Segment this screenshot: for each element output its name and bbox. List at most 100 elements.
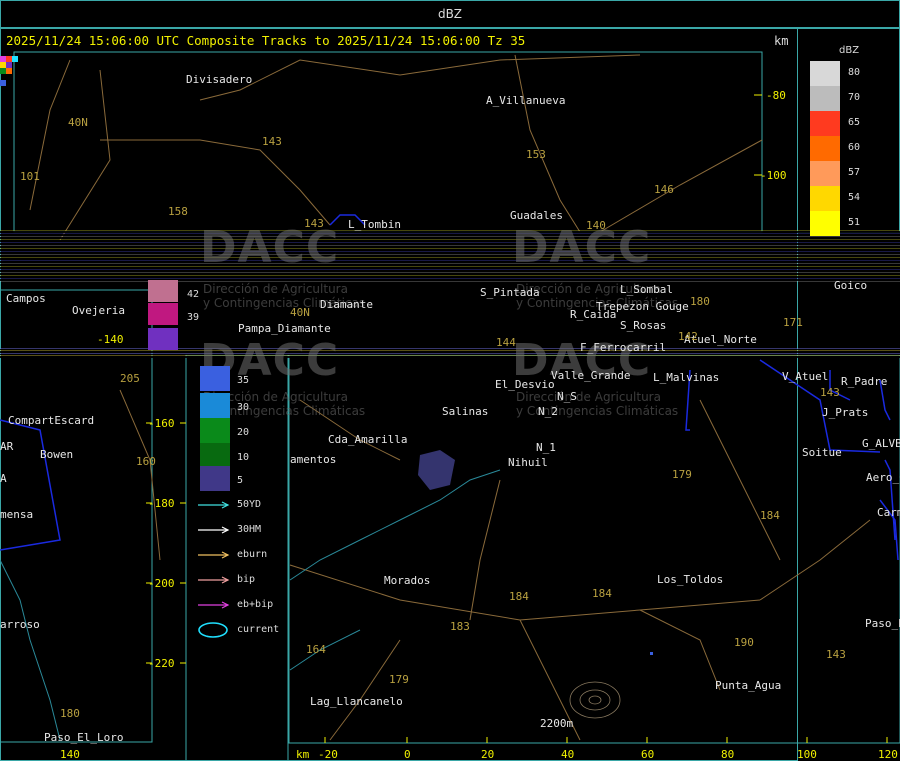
lake bbox=[418, 450, 455, 490]
place-arroso: arroso bbox=[0, 618, 40, 631]
x-tick-7: 120 bbox=[878, 748, 898, 761]
legend-lower-label-5: 5 bbox=[237, 475, 244, 486]
place-valle-grande: Valle_Grande bbox=[551, 369, 631, 382]
legend-title: dBZ bbox=[839, 45, 860, 56]
road-number: 184 bbox=[592, 587, 612, 600]
track-legend-eburn: eburn bbox=[237, 549, 268, 560]
place-bowen: Bowen bbox=[40, 448, 74, 461]
place-punta-agua: Punta_Agua bbox=[715, 679, 782, 692]
place-aero-c: Aero_C bbox=[866, 471, 900, 484]
legend-lower-label-30: 30 bbox=[237, 402, 250, 413]
road-number: 184 bbox=[760, 509, 780, 522]
legend-lower-swatch-35 bbox=[200, 366, 230, 391]
road-number: 142 bbox=[678, 330, 698, 343]
road-number: 143 bbox=[262, 135, 282, 148]
track-legend-30hm: 30HM bbox=[237, 524, 262, 535]
place-g-alvb: G_ALVB bbox=[862, 437, 900, 450]
place-a-villanueva: A_Villanueva bbox=[486, 94, 566, 107]
place-ovejeria: Ovejeria bbox=[72, 304, 125, 317]
legend-label-51: 51 bbox=[848, 217, 861, 228]
road-number: 164 bbox=[306, 643, 326, 656]
legend-lower-swatch-10 bbox=[200, 443, 230, 468]
road-number: 179 bbox=[389, 673, 409, 686]
y-tick-right-0: -80 bbox=[766, 89, 786, 102]
place-v-atuel: V_Atuel bbox=[782, 370, 829, 383]
legend-swatch-65 bbox=[810, 111, 840, 136]
legend-lower-label-35: 35 bbox=[237, 375, 250, 386]
y-tick-right-1: -100 bbox=[760, 169, 787, 182]
legend-lower-label-20: 20 bbox=[237, 427, 250, 438]
track-legend-bip: bip bbox=[237, 574, 256, 585]
place-guadales: Guadales bbox=[510, 209, 563, 222]
legend-label-70: 70 bbox=[848, 92, 861, 103]
scanline-noise-upper bbox=[0, 230, 900, 282]
place-s-pintada: S_Pintada bbox=[480, 286, 540, 299]
road-number: 40N bbox=[68, 116, 88, 129]
track-legend-50yd: 50YD bbox=[237, 499, 262, 510]
legend-label-60: 60 bbox=[848, 142, 861, 153]
legend-swatch-80 bbox=[810, 61, 840, 86]
legend-lower-label-10: 10 bbox=[237, 452, 250, 463]
track-legend-current: current bbox=[237, 624, 280, 635]
legend-lower-swatch-39 bbox=[148, 303, 178, 325]
track-legend-eb-bip: eb+bip bbox=[237, 599, 274, 610]
x-tick-5: 80 bbox=[721, 748, 735, 761]
place-lag-llancanelo: Lag_Llancanelo bbox=[310, 695, 403, 708]
x-tick-left: 140 bbox=[60, 748, 80, 761]
place-amentos: amentos bbox=[290, 453, 337, 466]
place-campos: Campos bbox=[6, 292, 46, 305]
place-nihuil: Nihuil bbox=[508, 456, 548, 469]
place-n-1: N_1 bbox=[536, 441, 556, 454]
place-l-malvinas: L_Malvinas bbox=[653, 371, 720, 384]
x-tick-6: 100 bbox=[797, 748, 817, 761]
place-divisadero: Divisadero bbox=[186, 73, 253, 86]
legend-lower-label-42: 42 bbox=[187, 289, 200, 300]
place-cda-amarilla: Cda_Amarilla bbox=[328, 433, 408, 446]
x-tick-4: 60 bbox=[641, 748, 655, 761]
y-tick-left-4: -220 bbox=[148, 657, 175, 670]
x-tick-0: -20 bbox=[318, 748, 338, 761]
place-pampa-diamante: Pampa_Diamante bbox=[238, 322, 331, 335]
place-paso-el-loro: Paso_El_Loro bbox=[44, 731, 124, 744]
road-number: 171 bbox=[783, 316, 803, 329]
legend-swatch-51 bbox=[810, 211, 840, 236]
place-j-prats: J_Prats bbox=[822, 406, 869, 419]
road-number: 180 bbox=[690, 295, 710, 308]
legend-purple-block bbox=[148, 328, 178, 350]
x-tick-3: 40 bbox=[561, 748, 575, 761]
place-s-rosas: S_Rosas bbox=[620, 319, 667, 332]
legend-swatch-70 bbox=[810, 86, 840, 111]
legend-swatch-60 bbox=[810, 136, 840, 161]
scanline-noise-lower bbox=[0, 348, 900, 358]
road-number: 184 bbox=[509, 590, 529, 603]
place-trepezon-gouge: Trepezon Gouge bbox=[596, 300, 689, 313]
place-l-sombal: L_Sombal bbox=[620, 283, 673, 296]
road-number: 144 bbox=[496, 336, 516, 349]
road-number: 143 bbox=[820, 386, 840, 399]
road-number: 140 bbox=[586, 219, 606, 232]
place-diamante: Diamante bbox=[320, 298, 373, 311]
watermark-dacc-2: DACC bbox=[512, 222, 652, 273]
road-number: 158 bbox=[168, 205, 188, 218]
place-compartescard: CompartEscard bbox=[8, 414, 95, 427]
legend-lower-swatch-20 bbox=[200, 418, 230, 443]
place-f-ferrocarril: F_Ferrocarril bbox=[580, 341, 667, 354]
place-n-2: N_2 bbox=[538, 405, 558, 418]
road-number: 160 bbox=[136, 455, 156, 468]
legend-lower-swatch-5 bbox=[200, 466, 230, 491]
y-tick-left-0: -140 bbox=[97, 333, 124, 346]
road-number: 153 bbox=[526, 148, 546, 161]
legend-lower-swatch-30 bbox=[200, 393, 230, 418]
place-morados: Morados bbox=[384, 574, 431, 587]
x-tick-1: 0 bbox=[404, 748, 411, 761]
y-tick-left-3: -200 bbox=[148, 577, 175, 590]
place-l-tombin: L_Tombin bbox=[348, 218, 401, 231]
road-number: 40N bbox=[290, 306, 310, 319]
place-r-padre: R_Padre bbox=[841, 375, 888, 388]
place-ar: AR bbox=[0, 440, 14, 453]
road-number: 179 bbox=[672, 468, 692, 481]
inner-plot-top bbox=[13, 51, 763, 233]
road-number: 101 bbox=[20, 170, 40, 183]
x-tick-2: 20 bbox=[481, 748, 495, 761]
road-number: 180 bbox=[60, 707, 80, 720]
